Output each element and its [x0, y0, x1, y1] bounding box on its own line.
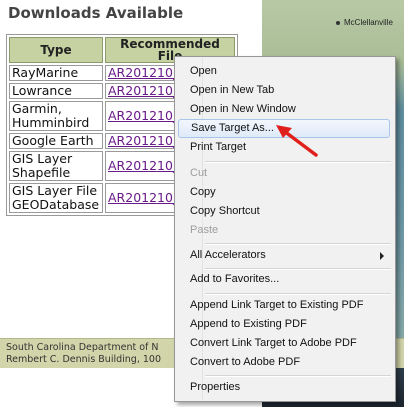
menu-item-open-new-tab[interactable]: Open in New Tab [178, 81, 390, 100]
type-cell: GIS Layer Shapefile [9, 151, 103, 181]
footer-address-line: Rembert C. Dennis Building, 100 [6, 354, 161, 365]
menu-item-cut[interactable]: Cut [178, 164, 390, 183]
type-cell: GIS Layer File GEODatabase [9, 183, 103, 213]
type-cell: Google Earth [9, 133, 103, 149]
menu-item-add-to-favorites[interactable]: Add to Favorites... [178, 270, 390, 289]
context-menu: Open Open in New Tab Open in New Window … [174, 56, 396, 402]
menu-separator [205, 293, 391, 295]
menu-item-paste[interactable]: Paste [178, 221, 390, 240]
page-title: Downloads Available [8, 4, 184, 22]
menu-item-open[interactable]: Open [178, 62, 390, 81]
column-header-type: Type [9, 37, 103, 63]
menu-item-convert-link-target-pdf[interactable]: Convert Link Target to Adobe PDF [178, 334, 390, 353]
menu-separator [205, 243, 391, 245]
submenu-arrow-icon [380, 252, 384, 260]
menu-item-append-link-target-pdf[interactable]: Append Link Target to Existing PDF [178, 296, 390, 315]
footer-agency-line: South Carolina Department of N [6, 342, 159, 353]
menu-item-all-accelerators[interactable]: All Accelerators [178, 246, 390, 265]
menu-item-copy[interactable]: Copy [178, 183, 390, 202]
map-place-label: McClellanville [344, 18, 393, 27]
map-location-marker[interactable] [336, 21, 340, 25]
type-cell: RayMarine [9, 65, 103, 81]
type-cell: Lowrance [9, 83, 103, 99]
menu-separator [205, 375, 391, 377]
menu-item-open-new-window[interactable]: Open in New Window [178, 100, 390, 119]
menu-separator [205, 161, 391, 163]
menu-item-label: All Accelerators [190, 249, 266, 261]
menu-item-properties[interactable]: Properties [178, 378, 390, 397]
type-cell: Garmin, Humminbird [9, 101, 103, 131]
menu-item-convert-to-pdf[interactable]: Convert to Adobe PDF [178, 353, 390, 372]
menu-item-append-existing-pdf[interactable]: Append to Existing PDF [178, 315, 390, 334]
menu-item-copy-shortcut[interactable]: Copy Shortcut [178, 202, 390, 221]
annotation-arrow-icon [276, 125, 318, 157]
